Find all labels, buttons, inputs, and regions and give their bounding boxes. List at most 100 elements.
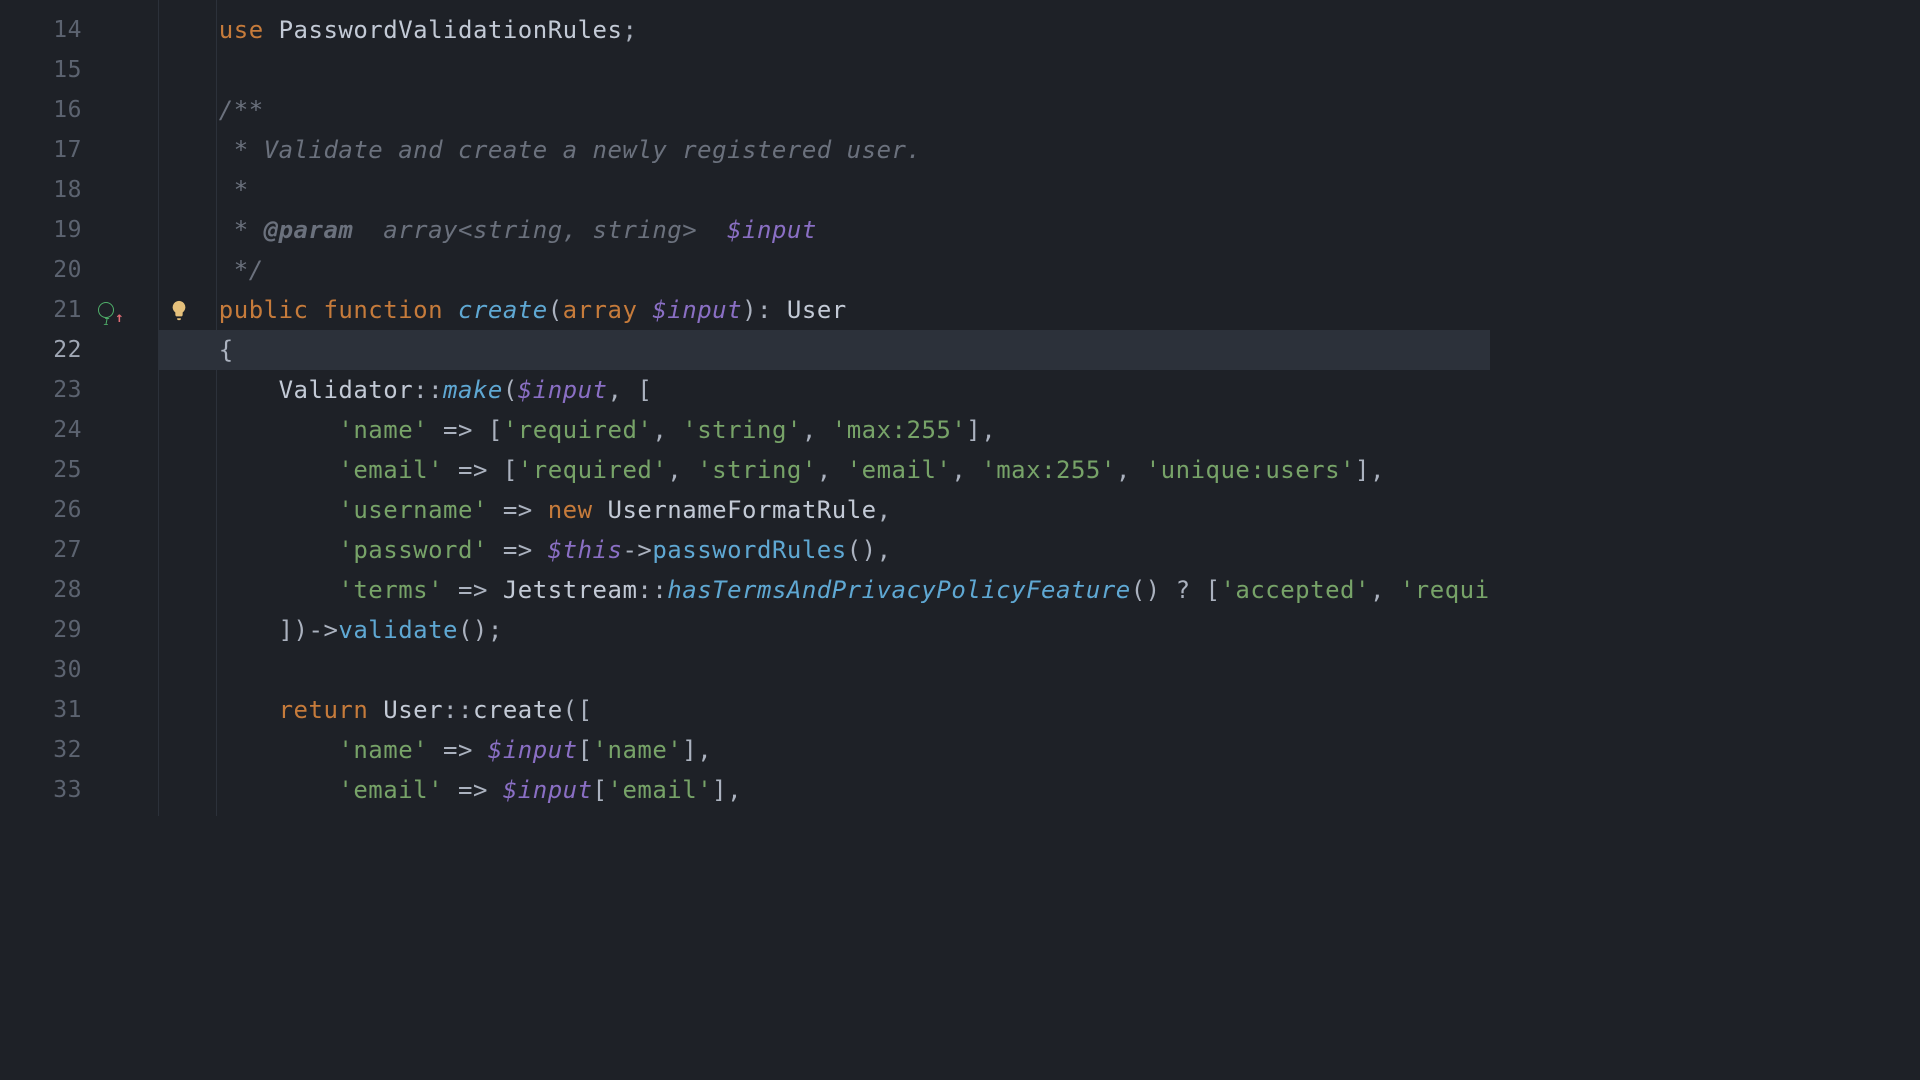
code-token: User: [787, 296, 847, 324]
line-number[interactable]: 32: [0, 730, 158, 770]
code-token: [159, 256, 234, 284]
line-number[interactable]: 20: [0, 250, 158, 290]
line-number[interactable]: 18: [0, 170, 158, 210]
intention-bulb-icon[interactable]: [168, 299, 190, 321]
line-number[interactable]: 23: [0, 370, 158, 410]
line-number[interactable]: 25: [0, 450, 158, 490]
code-token: create: [458, 296, 548, 324]
code-line[interactable]: *: [159, 170, 1490, 210]
code-token: [159, 416, 338, 444]
code-token: hasTermsAndPrivacyPolicyFeature: [667, 576, 1130, 604]
code-line[interactable]: ])->validate();: [159, 610, 1490, 650]
code-token: $input: [518, 376, 608, 404]
code-line[interactable]: * Validate and create a newly registered…: [159, 130, 1490, 170]
line-number[interactable]: 14: [0, 10, 158, 50]
code-line[interactable]: 'name' => ['required', 'string', 'max:25…: [159, 410, 1490, 450]
code-token: [159, 336, 219, 364]
code-token: ,: [877, 496, 892, 524]
code-line[interactable]: [159, 650, 1490, 690]
code-token: (),: [847, 536, 892, 564]
line-number[interactable]: 17: [0, 130, 158, 170]
code-token: use: [219, 16, 264, 44]
line-number[interactable]: 33: [0, 770, 158, 810]
code-token: [: [593, 776, 608, 804]
line-number[interactable]: 24: [0, 410, 158, 450]
code-token: 'required': [503, 416, 653, 444]
code-line[interactable]: {: [159, 330, 1490, 370]
code-token: User: [383, 696, 443, 724]
code-token: 'username': [338, 496, 488, 524]
code-token: new: [548, 496, 593, 524]
code-line[interactable]: */: [159, 250, 1490, 290]
code-token: 'required': [518, 456, 668, 484]
line-number[interactable]: 27: [0, 530, 158, 570]
code-line[interactable]: 'name' => $input['name'],: [159, 730, 1490, 770]
line-number[interactable]: 19: [0, 210, 158, 250]
code-token: ,: [802, 416, 832, 444]
line-number[interactable]: 31: [0, 690, 158, 730]
code-token: PasswordValidationRules: [279, 16, 623, 44]
code-token: ::: [443, 696, 473, 724]
code-token: 'string': [697, 456, 817, 484]
line-number[interactable]: 28: [0, 570, 158, 610]
line-number[interactable]: 21↑: [0, 290, 158, 330]
code-token: , [: [608, 376, 653, 404]
code-token: ::: [637, 576, 667, 604]
code-token: ],: [966, 416, 996, 444]
code-token: [159, 16, 219, 44]
code-token: validate: [338, 616, 458, 644]
code-token: 'email': [847, 456, 952, 484]
code-token: 'email': [338, 456, 443, 484]
code-line[interactable]: use PasswordValidationRules;: [159, 10, 1490, 50]
code-token: function: [323, 296, 443, 324]
code-token: :: [757, 296, 787, 324]
code-token: [159, 696, 279, 724]
code-token: [: [578, 736, 593, 764]
code-line[interactable]: * @param array<string, string> $input: [159, 210, 1490, 250]
code-token: passwordRules: [652, 536, 846, 564]
code-token: 'string': [682, 416, 802, 444]
code-token: array: [563, 296, 638, 324]
gutter: 1415161718192021↑22232425262728293031323…: [0, 0, 158, 816]
code-line[interactable]: public function create(array $input): Us…: [159, 290, 1490, 330]
code-token: 'requi: [1400, 576, 1490, 604]
code-token: @param: [264, 216, 354, 244]
line-number[interactable]: 29: [0, 610, 158, 650]
code-line[interactable]: /**: [159, 90, 1490, 130]
line-number[interactable]: 15: [0, 50, 158, 90]
code-token: [159, 576, 338, 604]
code-line[interactable]: Validator::make($input, [: [159, 370, 1490, 410]
code-token: [443, 296, 458, 324]
code-line[interactable]: 'password' => $this->passwordRules(),: [159, 530, 1490, 570]
code-token: array<string, string>: [353, 216, 727, 244]
line-number[interactable]: 22: [0, 330, 158, 370]
line-number[interactable]: 30: [0, 650, 158, 690]
code-token: =>: [488, 536, 548, 564]
code-area[interactable]: use PasswordValidationRules; /** * Valid…: [158, 0, 1490, 816]
code-token: [159, 176, 234, 204]
code-line[interactable]: 'username' => new UsernameFormatRule,: [159, 490, 1490, 530]
code-token: () ? [: [1131, 576, 1221, 604]
code-token: public: [219, 296, 309, 324]
code-token: *: [234, 216, 264, 244]
line-number[interactable]: 26: [0, 490, 158, 530]
code-token: $input: [488, 736, 578, 764]
code-editor: 1415161718192021↑22232425262728293031323…: [0, 0, 1456, 816]
code-line[interactable]: return User::create([: [159, 690, 1490, 730]
code-line[interactable]: [159, 50, 1490, 90]
code-token: create: [473, 696, 563, 724]
line-number[interactable]: 16: [0, 90, 158, 130]
code-line[interactable]: 'email' => $input['email'],: [159, 770, 1490, 810]
code-token: [159, 776, 338, 804]
code-line[interactable]: 'terms' => Jetstream::hasTermsAndPrivacy…: [159, 570, 1490, 610]
code-token: ->: [622, 536, 652, 564]
code-token: 'max:255': [832, 416, 967, 444]
code-line[interactable]: 'email' => ['required', 'string', 'email…: [159, 450, 1490, 490]
code-token: Jetstream: [503, 576, 638, 604]
code-token: return: [279, 696, 369, 724]
code-token: ,: [817, 456, 847, 484]
code-token: */: [234, 256, 264, 284]
code-token: [159, 376, 279, 404]
code-token: [637, 296, 652, 324]
code-token: 'name': [593, 736, 683, 764]
